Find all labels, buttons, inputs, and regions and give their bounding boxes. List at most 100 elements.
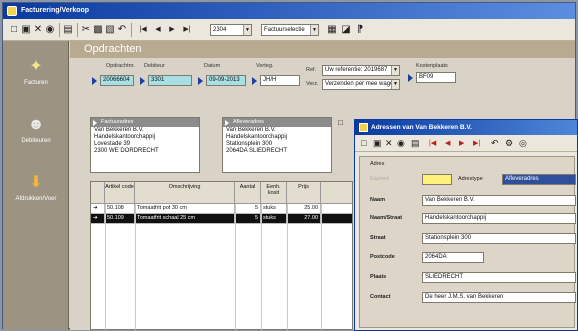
address-line: Stationsplein 300 xyxy=(226,141,273,147)
previous-record-icon[interactable]: ◀ xyxy=(153,23,163,36)
chevron-down-icon[interactable]: ▼ xyxy=(243,25,251,35)
cost-center-field[interactable]: BF09 xyxy=(416,72,456,83)
delete-icon[interactable]: ✕ xyxy=(385,138,393,149)
order-number-lookup-icon[interactable] xyxy=(92,77,97,85)
previous-record-icon[interactable]: ◀ xyxy=(445,138,450,149)
chevron-down-icon[interactable]: ▼ xyxy=(391,66,399,75)
column-header[interactable]: Artikel code xyxy=(105,182,135,204)
help-icon[interactable]: ⁋ xyxy=(355,23,365,36)
shipping-select[interactable]: Verzenden per mee wagen ▼ xyxy=(322,79,400,90)
address-form: Adres Expired Adrestype Afleveradres Naa… xyxy=(359,156,576,328)
article-code-cell: 50.108 xyxy=(105,204,135,214)
name-field[interactable]: Van Bekkeren B.V. xyxy=(422,195,576,206)
copy-icon[interactable]: ▩ xyxy=(93,23,103,36)
postcode-field[interactable]: 2064DA xyxy=(422,252,484,263)
table-row[interactable]: ➔ 50.108 Tomaatfrit pot 30 cm 5 stuks 25… xyxy=(91,204,352,214)
world-icon[interactable]: ◎ xyxy=(519,138,527,149)
unit-cell: stuks xyxy=(261,214,287,224)
address-type-field[interactable]: Afleveradres xyxy=(502,174,576,185)
addresses-dialog: Adressen van Van Bekkeren B.V. □ ▣ ✕ ◉ ▤… xyxy=(354,119,578,331)
dialog-title: Adressen van Van Bekkeren B.V. xyxy=(371,124,472,131)
print-icon[interactable]: ▤ xyxy=(63,23,73,36)
shipping-label: Verz. xyxy=(306,81,319,87)
sidebar-item-label: Debiteuren xyxy=(21,138,51,144)
last-record-icon[interactable]: ▶| xyxy=(181,23,193,36)
city-field[interactable]: SLIEDRECHT xyxy=(422,272,576,283)
city-label: Plaats xyxy=(370,274,387,280)
binoculars-icon[interactable]: ◉ xyxy=(397,138,405,149)
dialog-app-icon xyxy=(359,123,368,132)
layout-icon[interactable]: ◪ xyxy=(341,23,351,36)
undo-icon[interactable]: ↶ xyxy=(117,23,127,36)
row-selector-header xyxy=(91,182,105,204)
save-icon[interactable]: ▣ xyxy=(21,23,31,36)
date-picker-icon[interactable] xyxy=(198,77,203,85)
paste-icon[interactable]: ▧ xyxy=(105,23,115,36)
chevron-down-icon[interactable]: ▼ xyxy=(391,80,399,89)
app-icon xyxy=(7,6,17,16)
debtor-field[interactable]: 3301 xyxy=(148,75,192,86)
contact-field[interactable]: De heer J.M.S. van Bekkeren xyxy=(422,292,576,303)
delete-icon[interactable]: ✕ xyxy=(33,23,43,36)
cost-center-lookup-icon[interactable] xyxy=(408,74,413,82)
dialog-toolbar: □ ▣ ✕ ◉ ▤ |◀ ◀ ▶ ▶| ↶ ⚙ ◎ xyxy=(355,135,577,152)
contact-label: Contact xyxy=(370,294,391,300)
binoculars-icon[interactable]: ◉ xyxy=(45,23,55,36)
price-cell: 27.00 xyxy=(287,214,321,224)
window-title: Facturering/Verkoop xyxy=(21,7,90,14)
invoice-address-header: Factuuradres xyxy=(91,118,199,127)
record-selector[interactable]: 2304 ▼ xyxy=(210,24,252,36)
sidebar-item-debtors[interactable]: ☻ Debiteuren xyxy=(7,115,65,144)
settings-icon[interactable]: ⚙ xyxy=(505,138,513,149)
reference-label: Ref. xyxy=(306,67,317,73)
save-icon[interactable]: ▣ xyxy=(373,138,382,149)
price-cell: 25.00 xyxy=(287,204,321,214)
memo-icon[interactable]: □ xyxy=(338,118,343,127)
grid-line xyxy=(261,204,262,330)
table-row-selected[interactable]: ➔ 50.109 Tomaatfrit schaal 25 cm 5 stuks… xyxy=(91,214,352,224)
first-record-icon[interactable]: |◀ xyxy=(137,23,149,36)
debtor-lookup-icon[interactable] xyxy=(140,77,145,85)
main-toolbar: □ ▣ ✕ ◉ ▤ ✂ ▩ ▧ ↶ |◀ ◀ ▶ ▶| 2304 ▼ Factu… xyxy=(3,19,575,41)
filter-value: Factuurselectie xyxy=(264,27,305,33)
shipping-value: Verzenden per mee wagen xyxy=(325,81,397,87)
filter-selector[interactable]: Factuurselectie ▼ xyxy=(261,24,319,36)
rep-lookup-icon[interactable] xyxy=(252,77,257,85)
toolbar-divider xyxy=(131,23,132,37)
address-type-label: Adrestype xyxy=(458,176,483,182)
undo-icon[interactable]: ↶ xyxy=(491,138,499,149)
column-header[interactable]: Omschrijving xyxy=(135,182,235,204)
invoice-address-box[interactable]: Factuuradres Van Bekkeren B.V. Handelska… xyxy=(90,117,200,173)
delivery-address-box[interactable]: Afleveradres Van Bekkeren B.V. Handelska… xyxy=(222,117,332,173)
form-icon[interactable]: ▦ xyxy=(327,23,337,36)
sidebar-item-label: Facturen xyxy=(24,80,48,86)
date-field[interactable]: 09-09-2013 xyxy=(206,75,246,86)
sidebar-item-invoices[interactable]: ✦ Facturen xyxy=(7,57,65,86)
reference-select[interactable]: Uw referentie: 2019687 ▼ xyxy=(322,65,400,76)
quantity-cell: 5 xyxy=(235,204,261,214)
column-header[interactable]: Aantal xyxy=(235,182,261,204)
postcode-label: Postcode xyxy=(370,254,395,260)
column-header[interactable]: Eenh. kosit xyxy=(261,182,287,204)
next-record-icon[interactable]: ▶ xyxy=(459,138,464,149)
next-record-icon[interactable]: ▶ xyxy=(167,23,177,36)
sidebar-item-print[interactable]: ⬇ Afdrukken/Voer xyxy=(7,173,65,202)
article-code-cell: 50.109 xyxy=(105,214,135,224)
column-header[interactable]: Prijs xyxy=(287,182,321,204)
expired-field[interactable] xyxy=(422,174,452,185)
toolbar-divider xyxy=(77,23,78,37)
order-lines-grid[interactable]: Artikel code Omschrijving Aantal Eenh. k… xyxy=(90,181,353,330)
order-number-field[interactable]: 20066604 xyxy=(100,75,134,86)
cut-icon[interactable]: ✂ xyxy=(81,23,91,36)
last-record-icon[interactable]: ▶| xyxy=(473,138,480,149)
new-document-icon[interactable]: □ xyxy=(361,138,366,149)
print-icon[interactable]: ▤ xyxy=(411,138,420,149)
sidebar: ✦ Facturen ☻ Debiteuren ⬇ Afdrukken/Voer xyxy=(3,41,69,330)
grid-header: Artikel code Omschrijving Aantal Eenh. k… xyxy=(91,182,352,204)
new-document-icon[interactable]: □ xyxy=(9,23,19,36)
rep-field[interactable]: JH/H xyxy=(260,75,300,86)
chevron-down-icon[interactable]: ▼ xyxy=(310,25,318,35)
first-record-icon[interactable]: |◀ xyxy=(429,138,436,149)
name2-field[interactable]: Handelskantoorchappij xyxy=(422,213,576,224)
street-field[interactable]: Stationsplein 300 xyxy=(422,233,576,244)
